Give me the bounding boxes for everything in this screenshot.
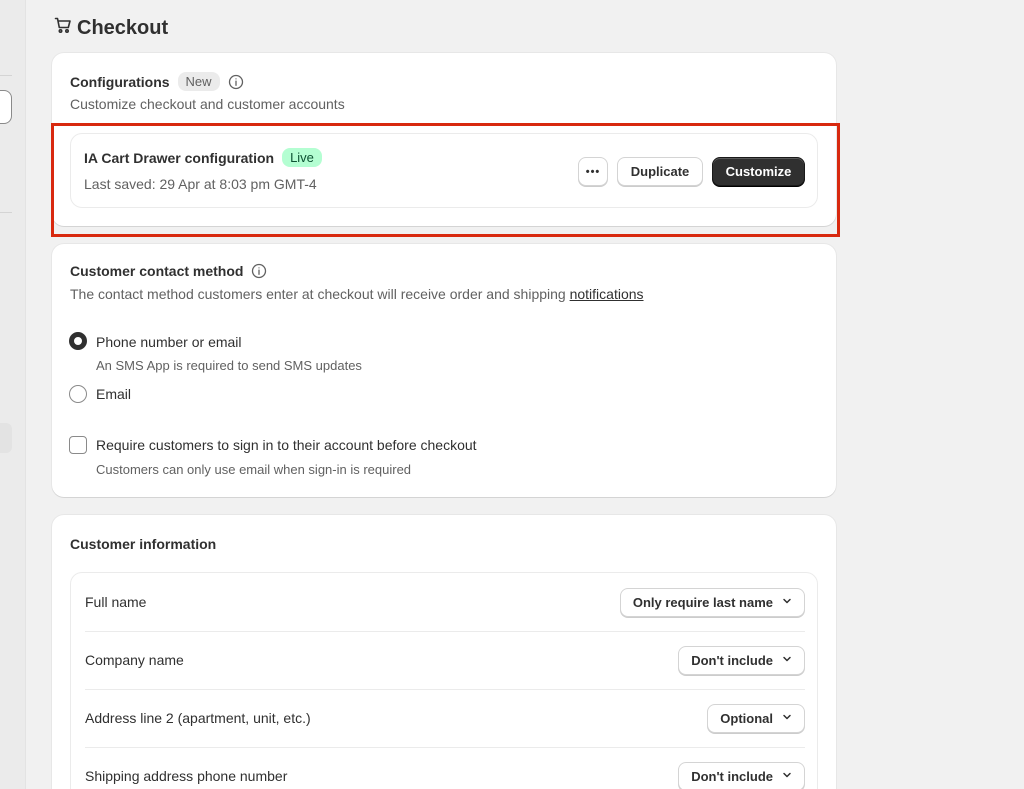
description-text: The contact method customers enter at ch… (70, 286, 570, 302)
address-line-2-select[interactable]: Optional (707, 703, 805, 733)
sidebar-item-selected[interactable] (0, 423, 12, 453)
configuration-item: IA Cart Drawer configuration Live Last s… (70, 133, 818, 208)
live-badge: Live (282, 148, 322, 167)
configuration-name: IA Cart Drawer configuration (84, 149, 275, 166)
chevron-down-icon (781, 769, 793, 784)
radio-phone-or-email[interactable] (69, 332, 87, 350)
contact-method-card: Customer contact method The contact meth… (52, 244, 836, 497)
select-value: Only require last name (632, 594, 773, 610)
chevron-down-icon (781, 595, 793, 610)
new-badge: New (177, 72, 220, 91)
configurations-header: Configurations New (70, 72, 244, 91)
row-label: Full name (85, 594, 147, 610)
select-value: Don't include (691, 768, 773, 784)
more-actions-button[interactable]: ••• (578, 157, 608, 186)
row-label: Address line 2 (apartment, unit, etc.) (85, 710, 311, 726)
radio-phone-or-email-label[interactable]: Phone number or email (96, 334, 242, 350)
contact-method-title: Customer contact method (70, 263, 244, 279)
contact-method-description: The contact method customers enter at ch… (70, 286, 644, 302)
configurations-card: Configurations New Customize checkout an… (52, 53, 836, 226)
sidebar (0, 0, 26, 789)
info-icon[interactable] (228, 74, 244, 90)
row-label: Shipping address phone number (85, 768, 288, 784)
configurations-subtitle: Customize checkout and customer accounts (70, 96, 345, 112)
info-icon[interactable] (251, 263, 267, 279)
duplicate-button[interactable]: Duplicate (617, 157, 703, 186)
chevron-down-icon (781, 653, 793, 668)
table-row: Shipping address phone number Don't incl… (85, 747, 805, 789)
configuration-item-header: IA Cart Drawer configuration Live (84, 148, 322, 167)
notifications-link[interactable]: notifications (570, 286, 644, 302)
sidebar-search-input[interactable] (0, 90, 12, 124)
table-row: Company name Don't include (85, 631, 805, 689)
customer-info-table: Full name Only require last name Company… (70, 572, 818, 789)
shipping-phone-select[interactable]: Don't include (678, 761, 805, 789)
select-value: Don't include (691, 652, 773, 668)
sidebar-divider (0, 75, 12, 76)
company-name-select[interactable]: Don't include (678, 645, 805, 675)
select-value: Optional (720, 710, 773, 726)
require-signin-checkbox[interactable] (69, 436, 87, 454)
last-saved-text: Last saved: 29 Apr at 8:03 pm GMT-4 (84, 176, 317, 192)
customize-button[interactable]: Customize (712, 157, 805, 186)
radio-phone-or-email-help: An SMS App is required to send SMS updat… (96, 358, 362, 373)
page-title: Checkout (53, 15, 168, 41)
customer-info-card: Customer information Full name Only requ… (52, 515, 836, 789)
table-row: Address line 2 (apartment, unit, etc.) O… (85, 689, 805, 747)
cart-icon (53, 15, 73, 41)
full-name-select[interactable]: Only require last name (619, 587, 805, 617)
chevron-down-icon (781, 711, 793, 726)
sidebar-divider (0, 212, 12, 213)
require-signin-help: Customers can only use email when sign-i… (96, 462, 412, 477)
page-title-text: Checkout (77, 16, 169, 39)
require-signin-label[interactable]: Require customers to sign in to their ac… (96, 437, 477, 453)
radio-email[interactable] (69, 385, 87, 403)
row-label: Company name (85, 652, 184, 668)
customer-info-title: Customer information (70, 536, 217, 552)
table-row: Full name Only require last name (85, 573, 805, 631)
contact-method-header: Customer contact method (70, 263, 267, 279)
radio-email-label[interactable]: Email (96, 386, 131, 402)
configurations-title: Configurations (70, 73, 170, 90)
